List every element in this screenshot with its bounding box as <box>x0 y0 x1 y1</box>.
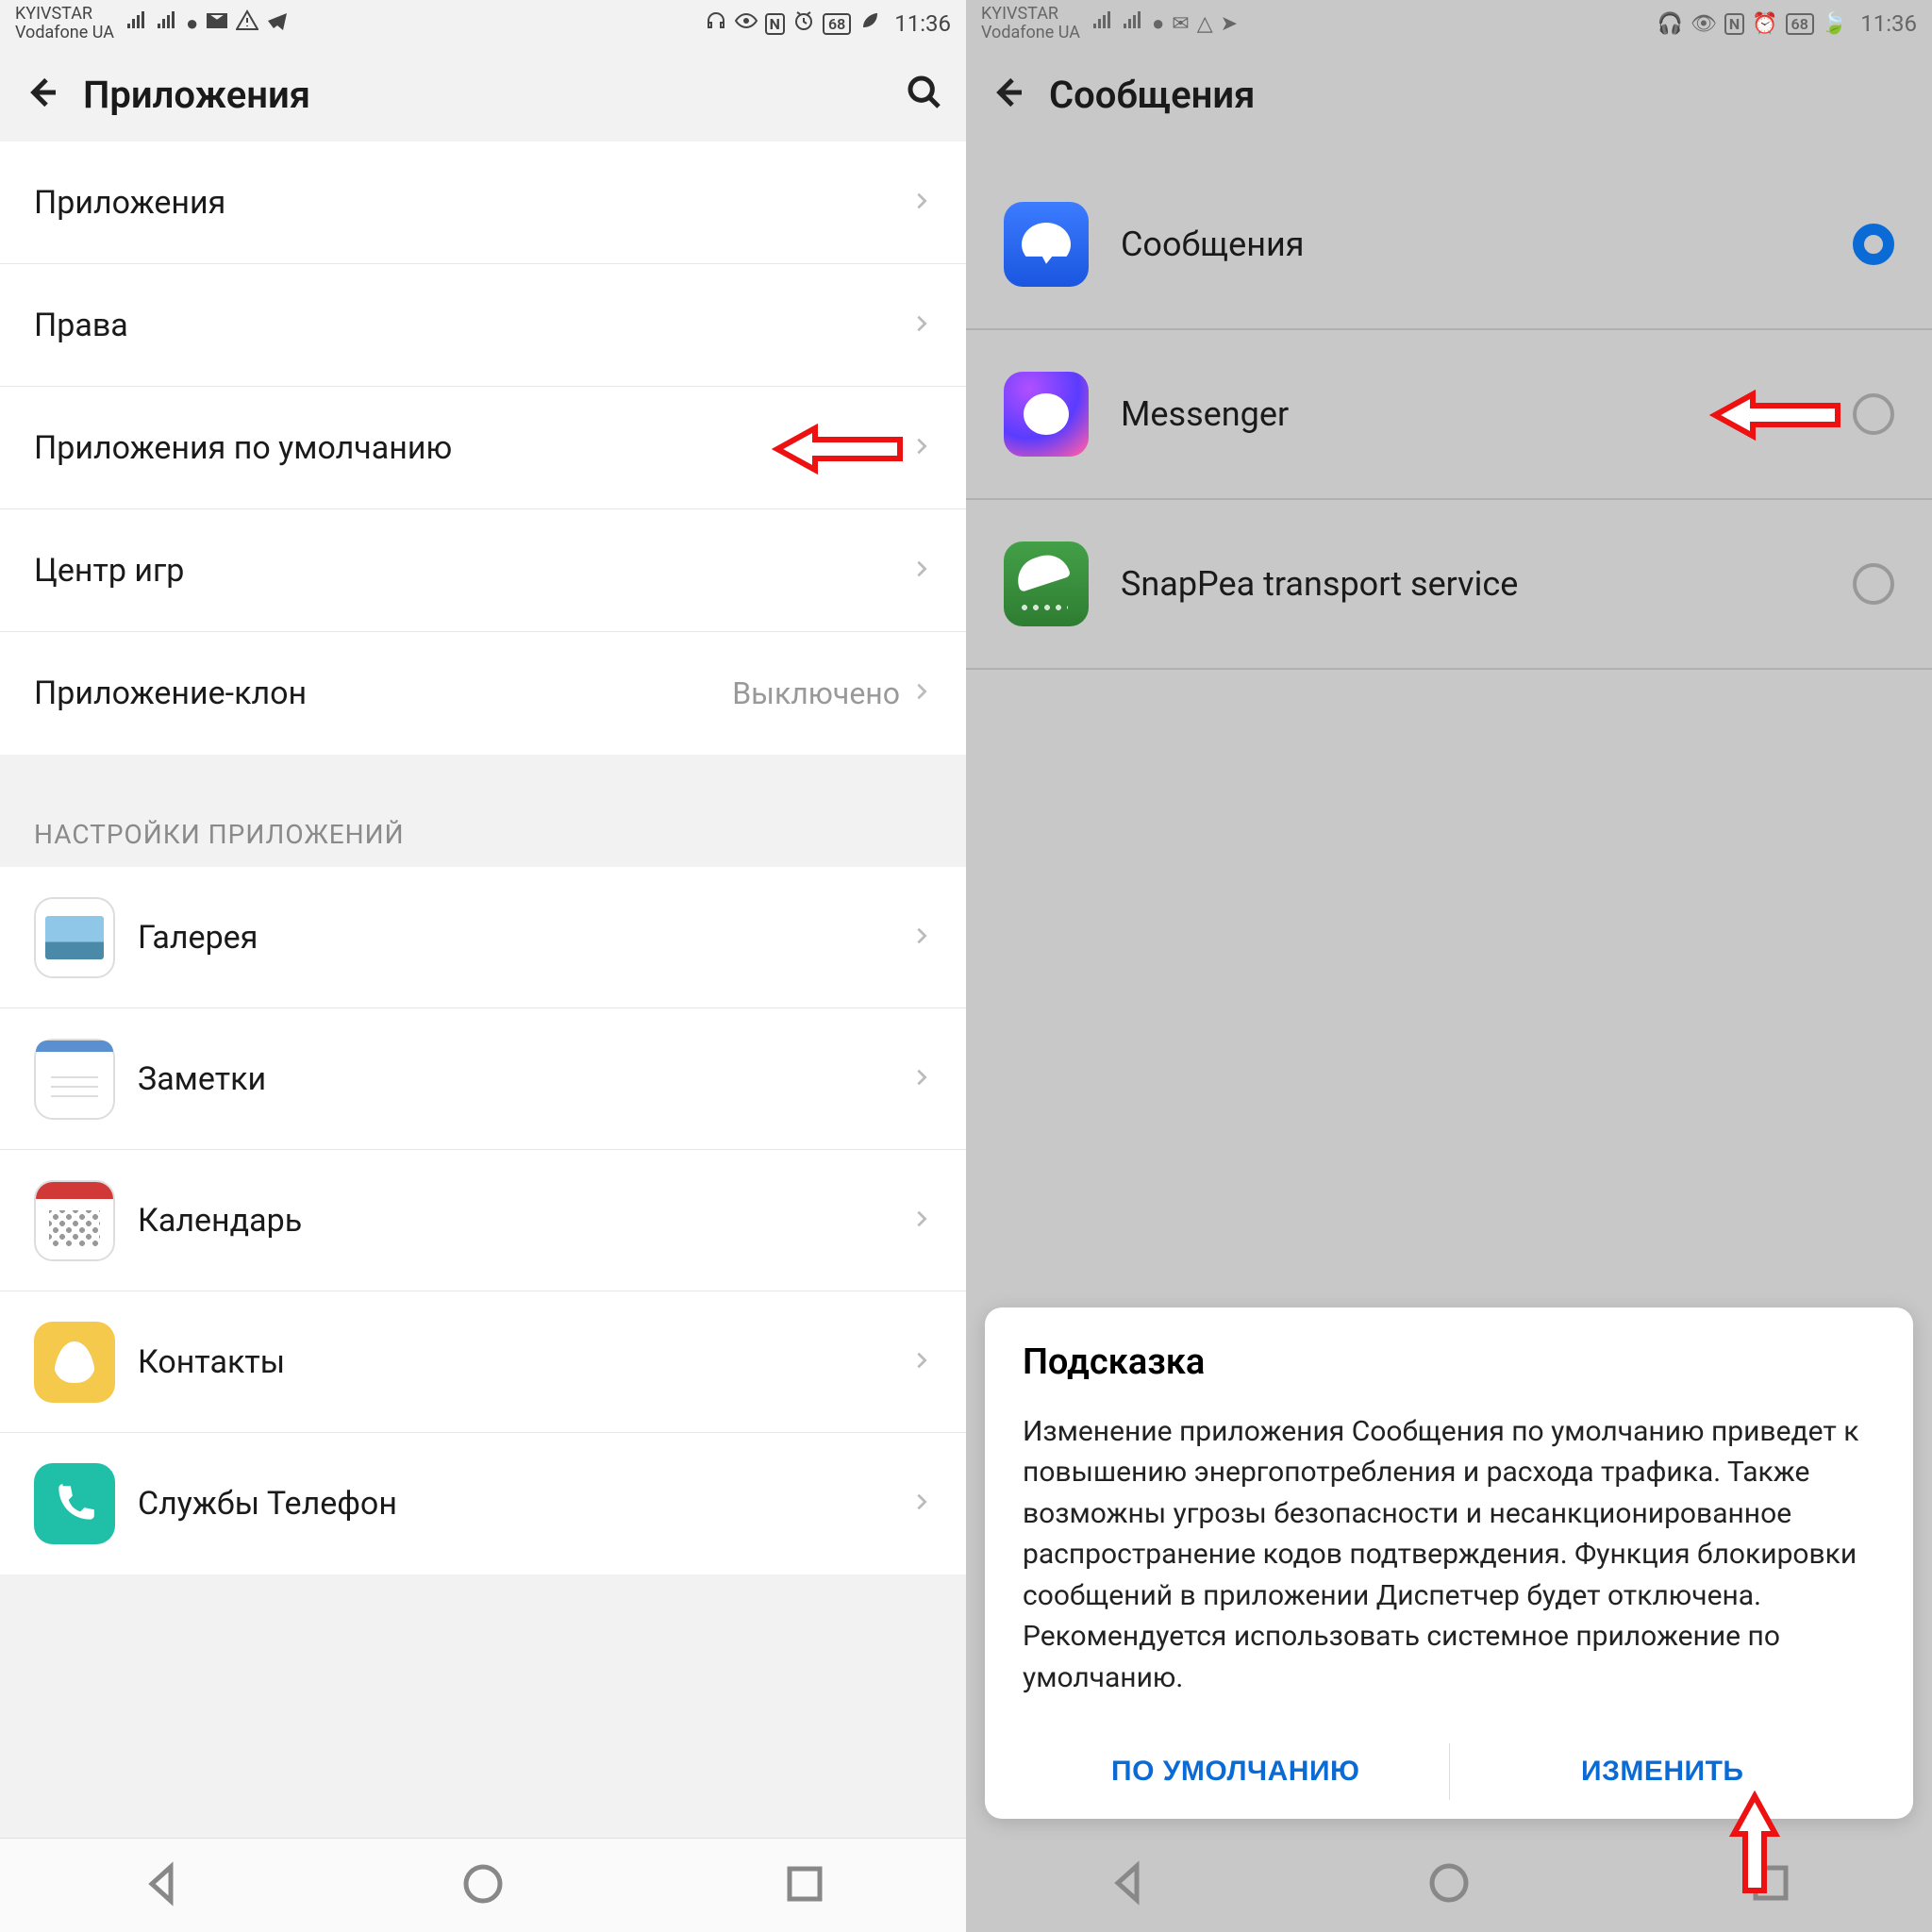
row-game-center[interactable]: Центр игр <box>0 509 966 632</box>
battery-icon: 68 <box>823 13 851 35</box>
alarm-icon: ⏰ <box>1752 12 1777 36</box>
nav-recent-icon[interactable] <box>782 1861 827 1910</box>
leaf-icon <box>858 9 881 38</box>
headphones-icon: 🎧 <box>1657 12 1683 36</box>
carrier-labels: KYIVSTAR Vodafone UA <box>15 5 114 42</box>
eye-icon <box>735 9 758 38</box>
header: Приложения <box>0 47 966 142</box>
chevron-right-icon <box>911 681 932 706</box>
row-gallery[interactable]: Галерея <box>0 867 966 1008</box>
gallery-icon <box>34 897 115 978</box>
row-value: Выключено <box>732 675 900 711</box>
clock-time: 11:36 <box>894 10 951 37</box>
alarm-icon <box>792 9 815 38</box>
messages-icon <box>1004 202 1089 287</box>
row-default-apps[interactable]: Приложения по умолчанию <box>0 387 966 509</box>
navbar <box>966 1838 1932 1932</box>
eye-icon: 👁 <box>1690 12 1717 36</box>
nfc-icon: N <box>1724 13 1744 35</box>
row-phone-services[interactable]: Службы Телефон <box>0 1433 966 1574</box>
carrier-labels: KYIVSTAR Vodafone UA <box>981 5 1080 42</box>
chevron-right-icon <box>911 1491 932 1516</box>
dialog-body: Изменение приложения Сообщения по умолча… <box>1023 1411 1875 1699</box>
notes-icon <box>34 1039 115 1120</box>
row-contacts[interactable]: Контакты <box>0 1291 966 1433</box>
mail-icon: ✉ <box>1172 12 1189 36</box>
nav-back-icon[interactable] <box>1105 1860 1150 1909</box>
radio-unselected[interactable] <box>1853 393 1894 435</box>
dialog-title: Подсказка <box>1023 1341 1875 1383</box>
telegram-icon: ➤ <box>1221 12 1238 36</box>
status-bar: KYIVSTAR Vodafone UA ● ✉ △ ➤ 🎧 👁 N ⏰ 68 … <box>966 0 1932 47</box>
chevron-right-icon <box>911 1350 932 1374</box>
dot-icon: ● <box>186 11 198 36</box>
warning-icon <box>236 9 258 38</box>
navbar <box>0 1838 966 1932</box>
back-button[interactable] <box>989 74 1026 115</box>
chevron-right-icon <box>911 925 932 950</box>
calendar-icon <box>34 1180 115 1261</box>
search-button[interactable] <box>906 74 943 115</box>
chevron-right-icon <box>911 436 932 460</box>
chevron-right-icon <box>911 1208 932 1233</box>
nav-recent-icon[interactable] <box>1748 1860 1793 1909</box>
chevron-right-icon <box>911 558 932 583</box>
contacts-icon <box>34 1322 115 1403</box>
nfc-icon: N <box>765 13 785 35</box>
signal-icon <box>1091 9 1114 38</box>
row-notes[interactable]: Заметки <box>0 1008 966 1150</box>
snappea-icon <box>1004 541 1089 626</box>
chevron-right-icon <box>911 313 932 338</box>
battery-icon: 68 <box>1786 13 1814 35</box>
screen-right: KYIVSTAR Vodafone UA ● ✉ △ ➤ 🎧 👁 N ⏰ 68 … <box>966 0 1932 1932</box>
row-apps[interactable]: Приложения <box>0 142 966 264</box>
mail-icon <box>206 9 228 38</box>
signal-icon <box>125 9 148 38</box>
radio-unselected[interactable] <box>1853 563 1894 605</box>
nav-back-icon[interactable] <box>139 1861 184 1910</box>
header: Сообщения <box>966 47 1932 142</box>
signal-icon <box>156 9 178 38</box>
radio-selected[interactable] <box>1853 224 1894 265</box>
app-option-snappea[interactable]: SnapPea transport service <box>966 500 1932 670</box>
messenger-icon <box>1004 372 1089 457</box>
headphones-icon <box>705 9 727 38</box>
default-button[interactable]: ПО УМОЛЧАНИЮ <box>1023 1724 1449 1819</box>
chevron-right-icon <box>911 1067 932 1091</box>
dot-icon: ● <box>1152 11 1164 36</box>
phone-icon <box>34 1463 115 1544</box>
signal-icon <box>1122 9 1144 38</box>
nav-home-icon[interactable] <box>1426 1860 1472 1909</box>
row-app-clone[interactable]: Приложение-клон Выключено <box>0 632 966 755</box>
status-bar: KYIVSTAR Vodafone UA ● <box>0 0 966 47</box>
page-title: Приложения <box>83 73 883 117</box>
page-title: Сообщения <box>1049 73 1909 117</box>
leaf-icon: 🍃 <box>1822 12 1847 36</box>
warning-icon: △ <box>1197 12 1213 36</box>
clock-time: 11:36 <box>1860 10 1917 37</box>
row-permissions[interactable]: Права <box>0 264 966 387</box>
section-header: НАСТРОЙКИ ПРИЛОЖЕНИЙ <box>0 783 966 867</box>
nav-home-icon[interactable] <box>460 1861 506 1910</box>
row-calendar[interactable]: Календарь <box>0 1150 966 1291</box>
chevron-right-icon <box>911 191 932 215</box>
screen-left: KYIVSTAR Vodafone UA ● <box>0 0 966 1932</box>
app-option-messages[interactable]: Сообщения <box>966 160 1932 330</box>
telegram-icon <box>266 9 289 38</box>
dialog: Подсказка Изменение приложения Сообщения… <box>985 1307 1913 1820</box>
back-button[interactable] <box>23 74 60 115</box>
app-option-messenger[interactable]: Messenger <box>966 330 1932 500</box>
change-button[interactable]: ИЗМЕНИТЬ <box>1450 1724 1876 1819</box>
